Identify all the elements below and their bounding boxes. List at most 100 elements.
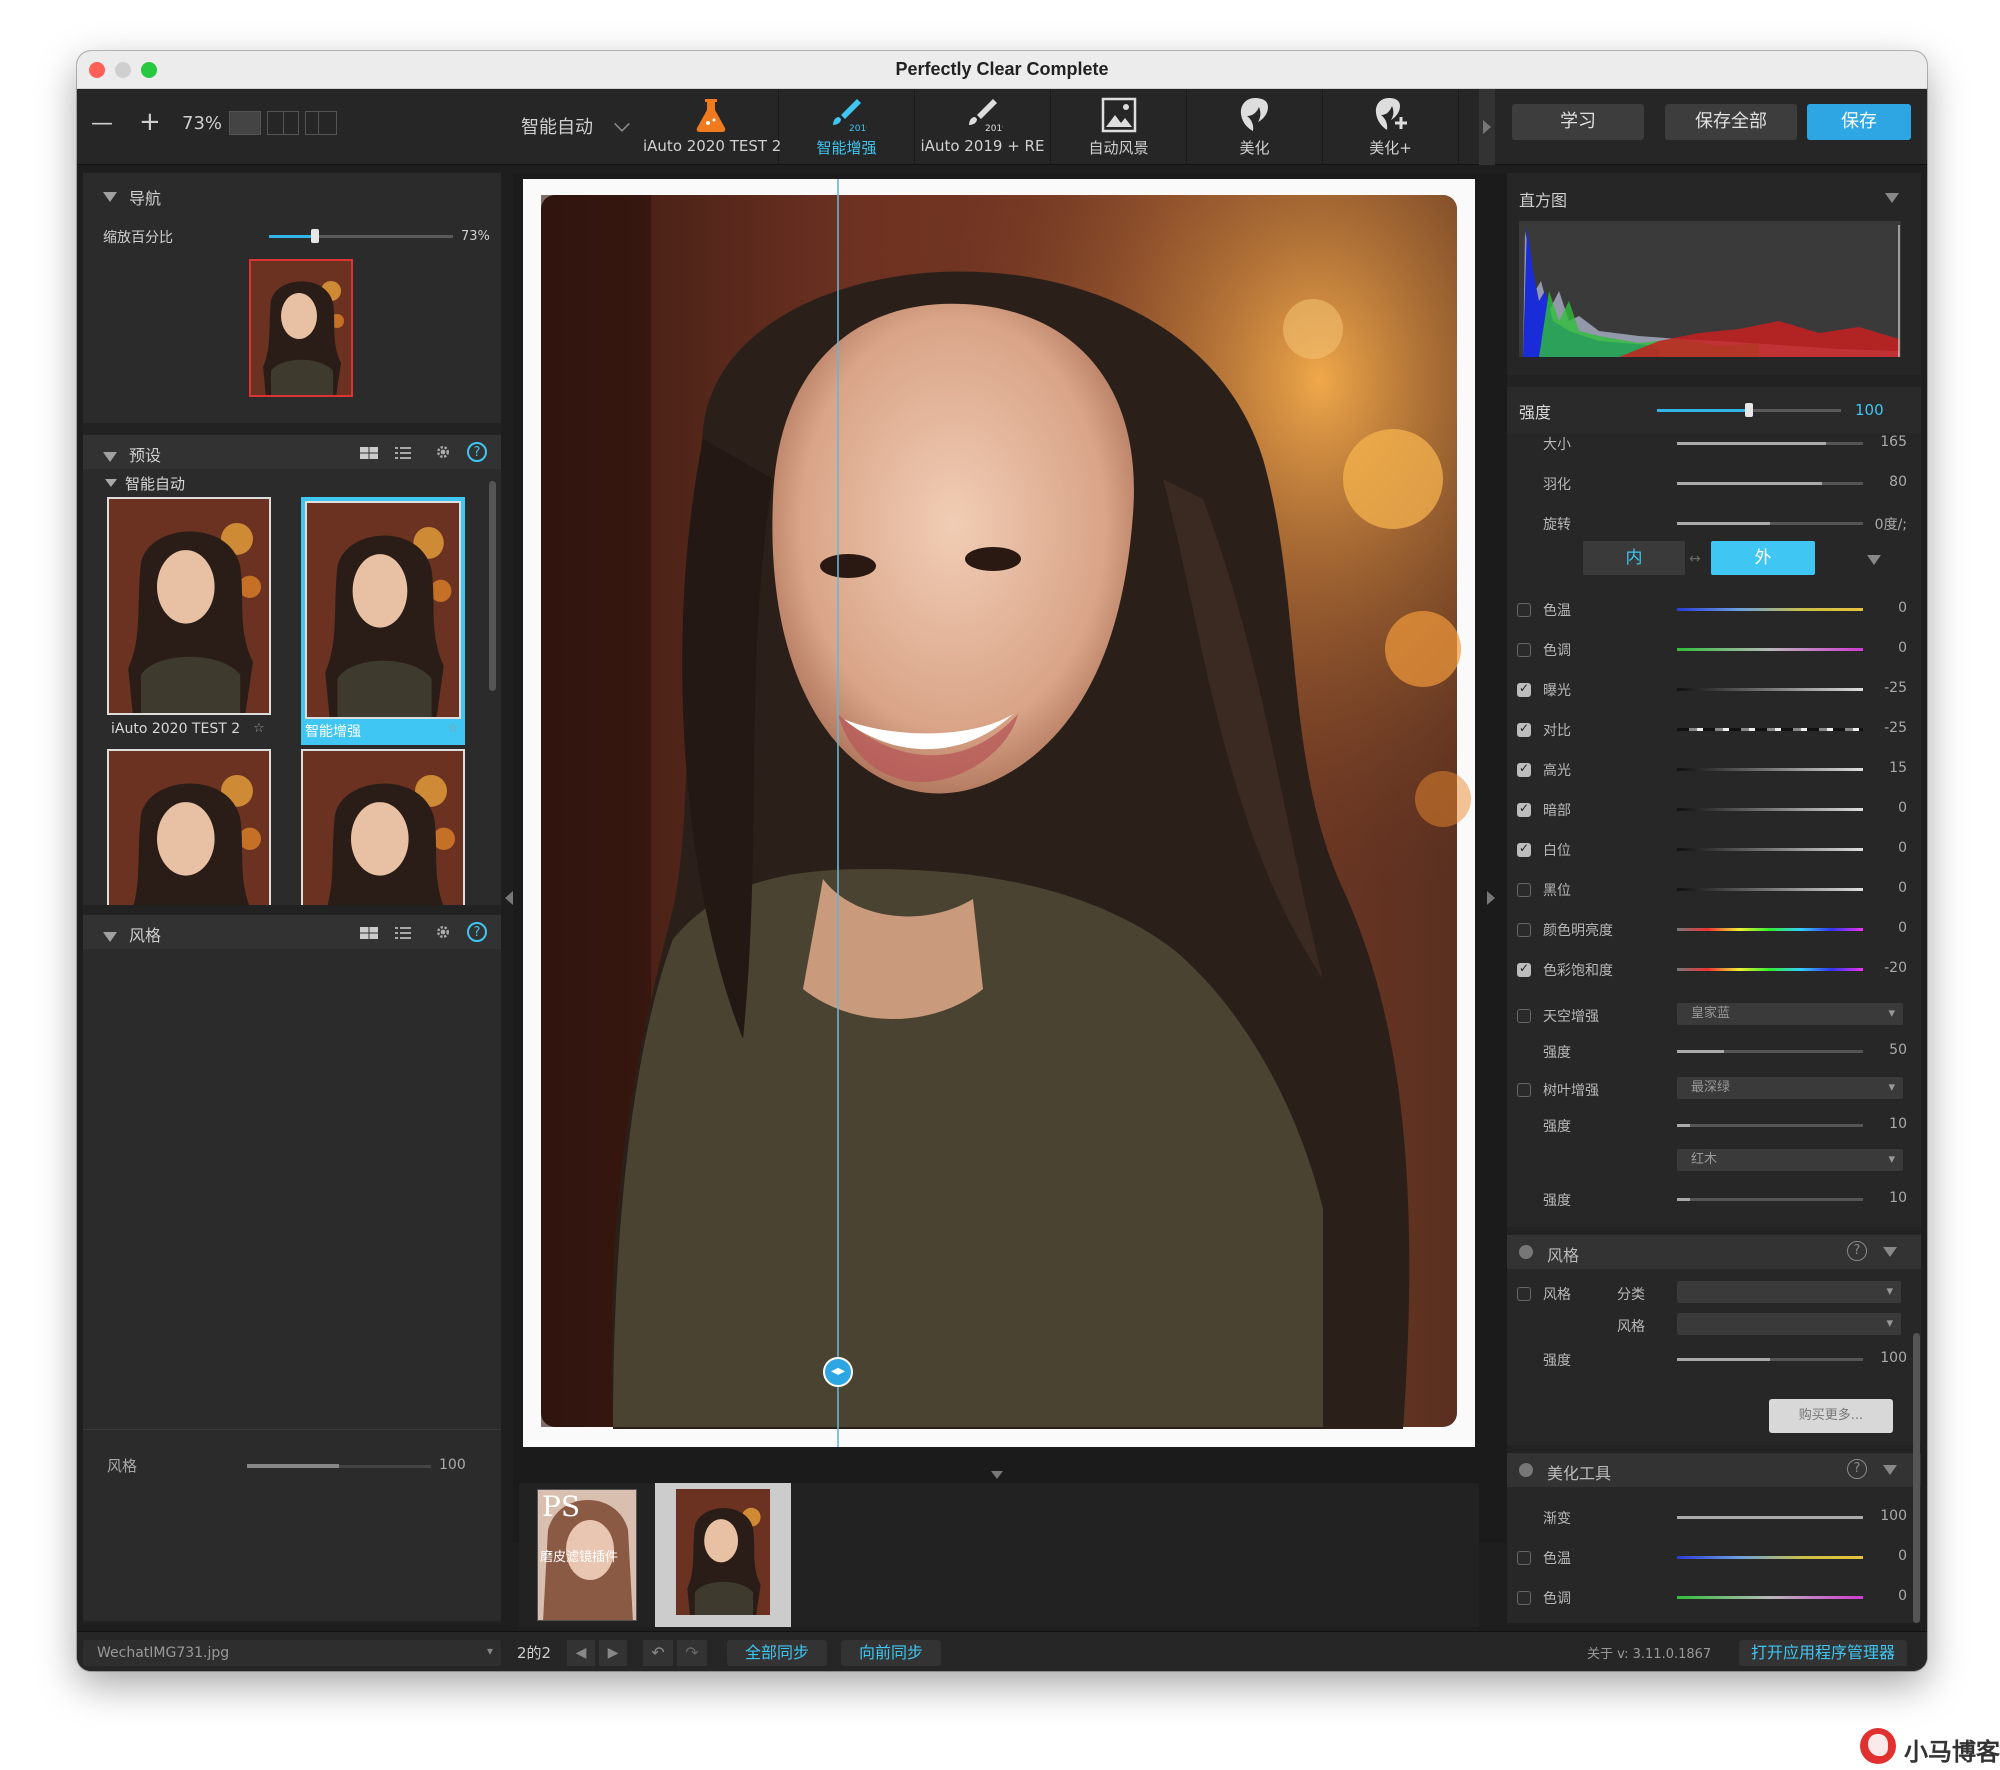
collapse-triangle-icon[interactable] bbox=[103, 927, 117, 946]
sync-all-button[interactable]: 全部同步 bbox=[727, 1640, 827, 1666]
list-view-icon[interactable] bbox=[393, 445, 413, 461]
sync-forward-button[interactable]: 向前同步 bbox=[841, 1640, 941, 1666]
style2-dropdown[interactable] bbox=[1677, 1313, 1901, 1335]
help-icon[interactable]: ? bbox=[467, 442, 487, 462]
inner-toggle[interactable]: 内 bbox=[1583, 541, 1685, 575]
category-dropdown[interactable] bbox=[1677, 1281, 1901, 1303]
next-image-icon[interactable]: ▶ bbox=[599, 1640, 627, 1666]
preset-button-auto-landscape[interactable]: 自动风景 bbox=[1051, 89, 1187, 165]
filmstrip-item[interactable]: PS 磨皮滤镜插件 bbox=[537, 1489, 637, 1621]
navigator-thumbnail[interactable] bbox=[249, 259, 353, 397]
style-toggle-icon[interactable] bbox=[1519, 1245, 1533, 1259]
preset-button-smart-enhance[interactable]: 2019 智能增强 bbox=[779, 89, 915, 165]
adjust-slider[interactable] bbox=[1677, 1596, 1863, 1599]
save-all-button[interactable]: 保存全部 bbox=[1665, 104, 1797, 140]
previous-image-icon[interactable]: ◀ bbox=[567, 1640, 595, 1666]
adjust-checkbox[interactable] bbox=[1517, 1551, 1531, 1565]
help-icon[interactable]: ? bbox=[1847, 1241, 1867, 1261]
adjust-checkbox[interactable] bbox=[1517, 883, 1531, 897]
beauty-toggle-icon[interactable] bbox=[1519, 1463, 1533, 1477]
side-by-side-view-icon[interactable] bbox=[305, 111, 337, 135]
star-icon[interactable]: ☆ bbox=[253, 721, 265, 736]
adjust-checkbox[interactable] bbox=[1517, 643, 1531, 657]
buy-more-button[interactable]: 购买更多... bbox=[1769, 1399, 1893, 1433]
strength-slider-knob[interactable] bbox=[1745, 403, 1753, 417]
filmstrip-item-selected[interactable] bbox=[655, 1483, 791, 1627]
split-line[interactable] bbox=[837, 179, 839, 1447]
adjust-slider[interactable] bbox=[1677, 968, 1863, 971]
star-icon[interactable]: ☆ bbox=[447, 721, 459, 736]
preset-select[interactable]: 智能自动 bbox=[521, 113, 593, 139]
adjust-checkbox[interactable] bbox=[1517, 1083, 1531, 1097]
adjust-slider[interactable] bbox=[1677, 848, 1863, 851]
adjust-dropdown[interactable]: 皇家蓝 bbox=[1677, 1003, 1903, 1025]
gear-icon[interactable] bbox=[433, 924, 453, 940]
adjust-dropdown[interactable]: 最深绿 bbox=[1677, 1077, 1903, 1099]
preset-thumbnail-card[interactable]: 自动风景 ☆ bbox=[301, 749, 465, 905]
adjust-slider[interactable] bbox=[1677, 728, 1863, 731]
split-handle-icon[interactable]: ◂▸ bbox=[823, 1357, 853, 1387]
adjust-checkbox[interactable] bbox=[1517, 761, 1531, 777]
adjust-slider[interactable] bbox=[1677, 688, 1863, 691]
collapse-triangle-icon[interactable] bbox=[103, 187, 117, 206]
split-view-icon[interactable] bbox=[267, 111, 299, 135]
chevron-down-icon[interactable] bbox=[1883, 1247, 1897, 1257]
zoom-in-button[interactable]: + bbox=[139, 107, 161, 137]
preset-thumbnail-card[interactable]: iAuto 2020 TEST 2 ☆ bbox=[107, 497, 271, 745]
redo-icon[interactable]: ↷ bbox=[677, 1640, 707, 1666]
open-app-manager-button[interactable]: 打开应用程序管理器 bbox=[1739, 1640, 1907, 1666]
grid-view-icon[interactable] bbox=[359, 445, 379, 461]
chevron-down-icon[interactable] bbox=[1883, 1465, 1897, 1475]
adjust-slider[interactable] bbox=[1677, 1516, 1863, 1519]
presets-scrollbar[interactable] bbox=[489, 481, 496, 691]
learn-button[interactable]: 学习 bbox=[1512, 104, 1644, 140]
adjust-slider[interactable] bbox=[1677, 482, 1863, 485]
help-icon[interactable]: ? bbox=[467, 922, 487, 942]
toolbar-scroll-right[interactable] bbox=[1479, 89, 1495, 165]
adjust-checkbox[interactable] bbox=[1517, 681, 1531, 697]
preset-thumbnail-card[interactable]: iAuto 2019 + RE ☆ bbox=[107, 749, 271, 905]
adjust-slider[interactable] bbox=[1677, 888, 1863, 891]
save-button[interactable]: 保存 bbox=[1807, 104, 1911, 140]
preset-thumbnail-card[interactable]: 智能增强 ☆ bbox=[301, 497, 465, 745]
adjust-slider[interactable] bbox=[1677, 1124, 1863, 1127]
zoom-out-button[interactable]: — bbox=[91, 111, 113, 136]
adjust-checkbox[interactable] bbox=[1517, 961, 1531, 977]
chevron-down-icon[interactable] bbox=[1867, 555, 1881, 565]
adjust-slider[interactable] bbox=[1677, 928, 1863, 931]
help-icon[interactable]: ? bbox=[1847, 1459, 1867, 1479]
adjust-slider[interactable] bbox=[1677, 442, 1863, 445]
outer-toggle[interactable]: 外 bbox=[1711, 541, 1815, 575]
adjust-checkbox[interactable] bbox=[1517, 923, 1531, 937]
right-panel-scrollbar[interactable] bbox=[1913, 1333, 1920, 1623]
adjust-slider[interactable] bbox=[1677, 608, 1863, 611]
adjust-checkbox[interactable] bbox=[1517, 603, 1531, 617]
collapse-left-panel-icon[interactable] bbox=[505, 891, 513, 905]
adjust-checkbox[interactable] bbox=[1517, 1591, 1531, 1605]
list-view-icon[interactable] bbox=[393, 925, 413, 941]
adjust-slider[interactable] bbox=[1677, 1556, 1863, 1559]
adjust-slider[interactable] bbox=[1677, 648, 1863, 651]
filename-select[interactable]: WechatIMG731.jpg ▾ bbox=[83, 1640, 501, 1666]
adjust-checkbox[interactable] bbox=[1517, 801, 1531, 817]
gear-icon[interactable] bbox=[433, 444, 453, 460]
single-view-icon[interactable] bbox=[229, 111, 261, 135]
adjust-checkbox[interactable] bbox=[1517, 1009, 1531, 1023]
preset-button-iauto-2019[interactable]: 2019 iAuto 2019 + RE bbox=[915, 89, 1051, 165]
collapse-triangle-icon[interactable] bbox=[103, 447, 117, 466]
chevron-down-icon[interactable] bbox=[1885, 193, 1899, 203]
preset-button-beautify-plus[interactable]: 美化+ bbox=[1323, 89, 1459, 165]
style-section-strength-slider[interactable] bbox=[1677, 1358, 1863, 1361]
zoom-slider-knob[interactable] bbox=[311, 229, 319, 243]
grid-view-icon[interactable] bbox=[359, 925, 379, 941]
adjust-slider[interactable] bbox=[1677, 808, 1863, 811]
style-checkbox[interactable] bbox=[1517, 1287, 1531, 1301]
adjust-dropdown[interactable]: 红木 bbox=[1677, 1149, 1903, 1171]
adjust-slider[interactable] bbox=[1677, 522, 1863, 525]
undo-icon[interactable]: ↶ bbox=[643, 1640, 673, 1666]
group-collapse-icon[interactable] bbox=[105, 479, 117, 487]
adjust-slider[interactable] bbox=[1677, 1198, 1863, 1201]
adjust-checkbox[interactable] bbox=[1517, 721, 1531, 737]
preset-button-beautify[interactable]: 美化 bbox=[1187, 89, 1323, 165]
adjust-checkbox[interactable] bbox=[1517, 841, 1531, 857]
